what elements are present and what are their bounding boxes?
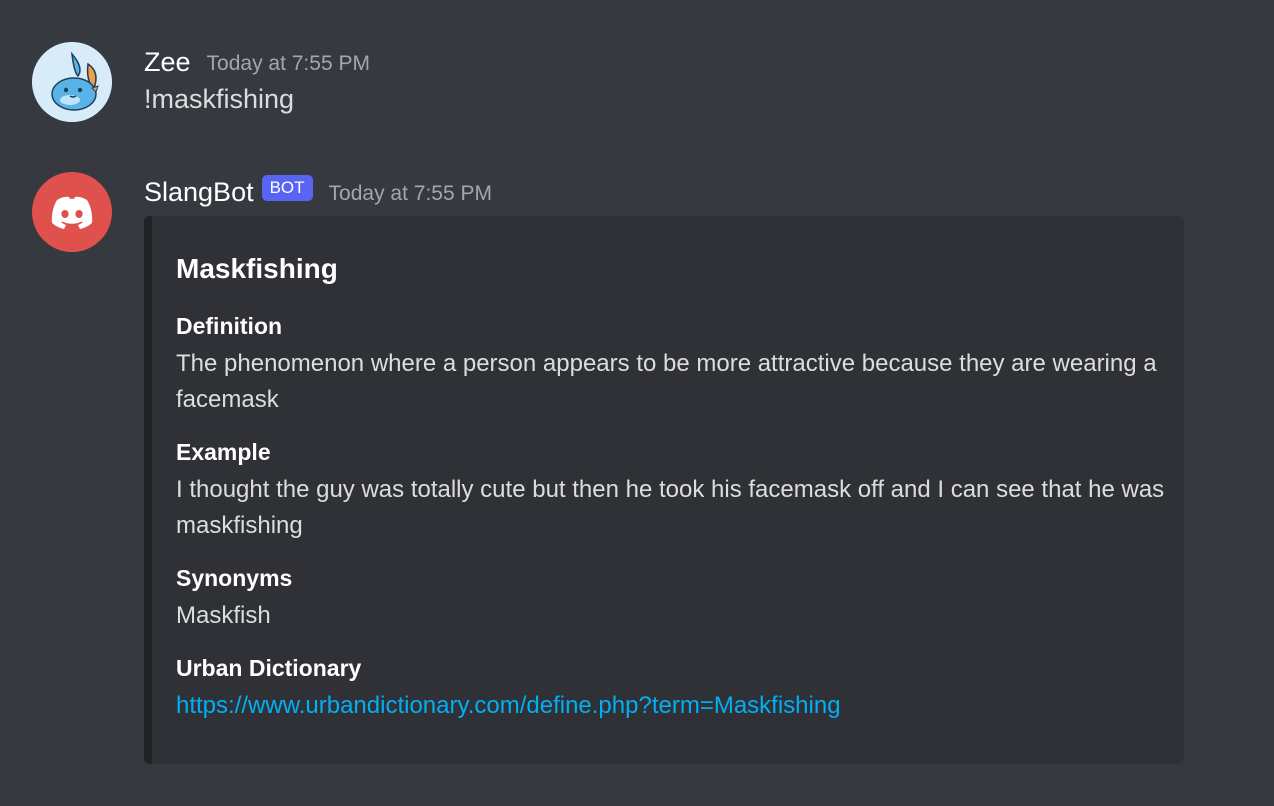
mudkip-avatar-icon: [32, 42, 112, 122]
timestamp[interactable]: Today at 7:55 PM: [207, 52, 370, 76]
user-avatar[interactable]: [32, 42, 112, 122]
username[interactable]: Zee: [144, 47, 191, 78]
embed-field-definition: Definition The phenomenon where a person…: [176, 310, 1166, 418]
urban-dictionary-link[interactable]: https://www.urbandictionary.com/define.p…: [176, 688, 841, 724]
field-value: I thought the guy was totally cute but t…: [176, 476, 1165, 539]
field-name: Example: [176, 439, 271, 465]
field-name: Urban Dictionary: [176, 655, 362, 681]
embed-field-urban-dictionary: Urban Dictionary https://www.urbandictio…: [176, 652, 1166, 724]
field-value: The phenomenon where a person appears to…: [176, 350, 1157, 413]
message-header: SlangBot BOT Today at 7:55 PM: [144, 170, 492, 214]
field-name: Synonyms: [176, 565, 293, 591]
timestamp[interactable]: Today at 7:55 PM: [329, 182, 492, 206]
message-content: !maskfishing: [144, 84, 295, 114]
bot-avatar[interactable]: [32, 172, 112, 252]
embed-field-example: Example I thought the guy was totally cu…: [176, 436, 1166, 544]
message-header: Zee Today at 7:55 PM: [144, 40, 370, 84]
discord-logo-icon: [32, 172, 112, 252]
embed-card: Maskfishing Definition The phenomenon wh…: [144, 216, 1184, 764]
embed-title: Maskfishing: [176, 253, 338, 284]
field-value: Maskfish: [176, 602, 271, 629]
bot-tag-badge: BOT: [261, 175, 313, 201]
embed-body: Maskfishing Definition The phenomenon wh…: [176, 252, 1166, 742]
embed-field-synonyms: Synonyms Maskfish: [176, 562, 1166, 634]
username[interactable]: SlangBot: [144, 177, 254, 208]
field-name: Definition: [176, 313, 283, 339]
